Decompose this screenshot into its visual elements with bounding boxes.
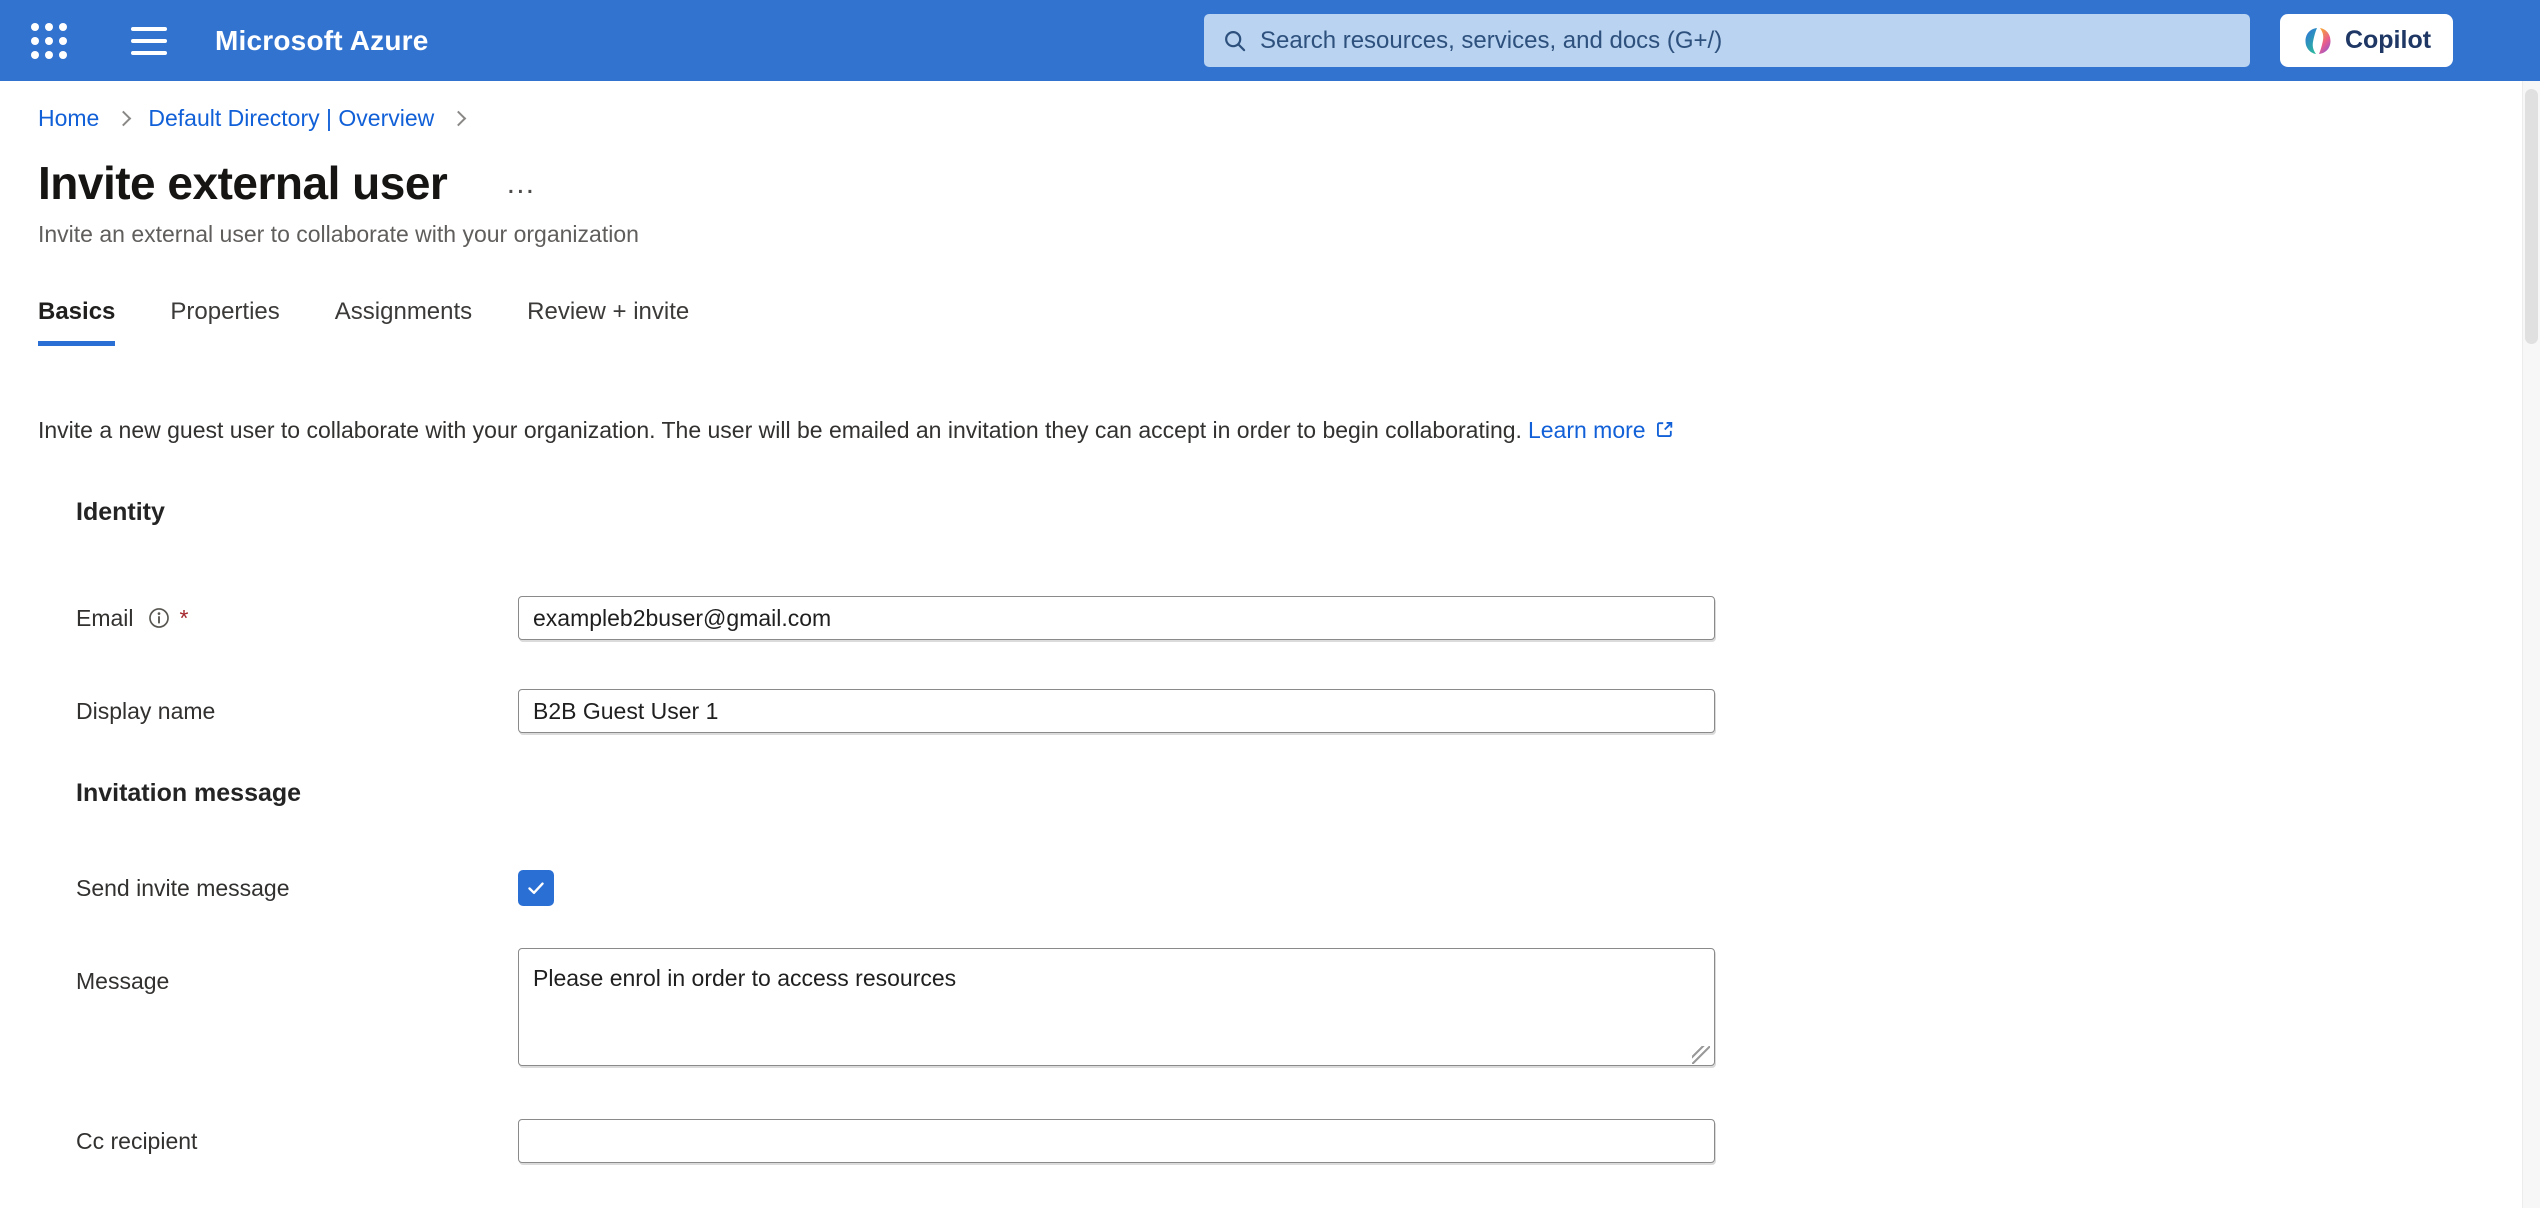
breadcrumb-directory-link[interactable]: Default Directory | Overview: [148, 105, 434, 132]
tab-bar: Basics Properties Assignments Review + i…: [38, 298, 2540, 346]
display-name-label: Display name: [76, 698, 215, 725]
copilot-label: Copilot: [2345, 26, 2431, 55]
section-identity: Identity: [76, 498, 2540, 527]
breadcrumb: Home Default Directory | Overview: [38, 105, 2540, 132]
resize-handle-icon[interactable]: [1692, 1046, 1710, 1064]
email-row: Email *: [76, 596, 2540, 640]
email-field[interactable]: [518, 596, 1715, 640]
page-subtitle: Invite an external user to collaborate w…: [38, 221, 2540, 248]
search-icon: [1222, 28, 1248, 54]
topbar: Microsoft Azure Copilot: [0, 0, 2540, 81]
more-options-button[interactable]: …: [505, 177, 537, 189]
send-invite-row: Send invite message: [76, 870, 2540, 906]
search-input[interactable]: [1260, 14, 2250, 67]
menu-icon[interactable]: [131, 27, 167, 55]
copilot-icon: [2302, 25, 2334, 57]
global-search[interactable]: [1204, 14, 2250, 67]
tab-review-invite[interactable]: Review + invite: [527, 298, 689, 346]
breadcrumb-home-link[interactable]: Home: [38, 105, 99, 132]
external-link-icon[interactable]: [1654, 419, 1675, 440]
cc-recipient-row: Cc recipient: [76, 1119, 2540, 1163]
copilot-button[interactable]: Copilot: [2280, 14, 2453, 67]
chevron-right-icon: [116, 111, 132, 127]
cc-recipient-field[interactable]: [518, 1119, 1715, 1163]
cc-recipient-label: Cc recipient: [76, 1128, 197, 1155]
learn-more-link[interactable]: Learn more: [1528, 417, 1646, 443]
display-name-field[interactable]: [518, 689, 1715, 733]
intro-description: Invite a new guest user to collaborate w…: [38, 417, 1522, 443]
info-icon[interactable]: [148, 607, 170, 629]
send-invite-checkbox[interactable]: [518, 870, 554, 906]
intro-text: Invite a new guest user to collaborate w…: [38, 417, 2540, 444]
tab-basics[interactable]: Basics: [38, 298, 115, 346]
email-label-group: Email *: [76, 605, 518, 632]
main-content: Home Default Directory | Overview Invite…: [0, 105, 2540, 1163]
send-invite-label: Send invite message: [76, 875, 290, 902]
tab-assignments[interactable]: Assignments: [335, 298, 472, 346]
brand-title[interactable]: Microsoft Azure: [215, 25, 429, 57]
app-launcher-icon[interactable]: [31, 23, 67, 59]
scrollbar-track[interactable]: [2522, 81, 2540, 1208]
scrollbar-thumb[interactable]: [2525, 89, 2538, 344]
page-title: Invite external user: [38, 156, 447, 210]
checkmark-icon: [524, 876, 548, 900]
chevron-right-icon: [451, 111, 467, 127]
message-field[interactable]: Please enrol in order to access resource…: [518, 948, 1715, 1066]
message-row: Message Please enrol in order to access …: [76, 948, 2540, 1071]
required-asterisk: *: [180, 605, 189, 632]
section-invitation-message: Invitation message: [76, 779, 2540, 808]
tab-properties[interactable]: Properties: [170, 298, 279, 346]
display-name-row: Display name: [76, 689, 2540, 733]
message-label: Message: [76, 968, 169, 995]
email-label: Email: [76, 605, 134, 632]
